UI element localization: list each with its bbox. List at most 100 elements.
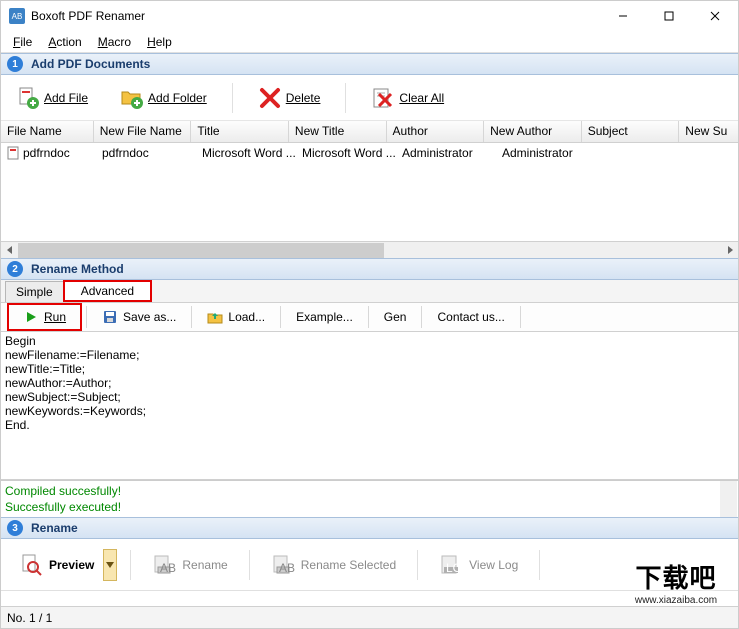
save-as-label: Save as... (123, 310, 176, 324)
tab-advanced[interactable]: Advanced (63, 280, 152, 302)
clear-all-button[interactable]: Clear All (364, 81, 451, 115)
grid-header: File Name New File Name Title New Title … (1, 121, 738, 143)
close-button[interactable] (692, 1, 738, 31)
rename-label: Rename (182, 558, 227, 572)
vertical-scrollbar[interactable] (720, 481, 737, 517)
separator (232, 83, 233, 113)
status-position: No. 1 / 1 (7, 611, 52, 625)
compile-output: Compiled succesfully! Succesfully execut… (1, 480, 738, 517)
preview-label: Preview (49, 558, 94, 572)
horizontal-scrollbar[interactable] (1, 241, 738, 258)
delete-button[interactable]: Delete (251, 81, 328, 115)
scroll-left-icon[interactable] (1, 243, 18, 258)
run-icon (23, 309, 39, 325)
col-newsubject[interactable]: New Su (679, 121, 738, 142)
delete-icon (258, 86, 282, 110)
add-file-icon (16, 86, 40, 110)
watermark-url: www.xiazaiba.com (635, 595, 717, 606)
menubar: File Action Macro Help (1, 31, 738, 53)
tabs: Simple Advanced (1, 280, 738, 302)
contact-button[interactable]: Contact us... (426, 306, 515, 328)
view-log-button[interactable]: LOG View Log (430, 548, 527, 582)
gen-label: Gen (384, 310, 407, 324)
window-title: Boxoft PDF Renamer (31, 9, 600, 23)
preview-icon (19, 553, 43, 577)
toolbar-rename: Preview AB Rename AB Rename Selected LOG… (1, 539, 738, 591)
col-newtitle[interactable]: New Title (289, 121, 387, 142)
cell-filename: pdfrndoc (23, 146, 70, 160)
rename-button[interactable]: AB Rename (143, 548, 236, 582)
svg-text:AB: AB (160, 561, 176, 575)
section-add-documents: 1 Add PDF Documents (1, 53, 738, 75)
delete-label: Delete (286, 91, 321, 105)
clear-all-label: Clear All (399, 91, 444, 105)
cell-title: Microsoft Word ... (196, 144, 296, 162)
separator (345, 83, 346, 113)
load-label: Load... (228, 310, 265, 324)
grid-body[interactable]: pdfrndoc pdfrndoc Microsoft Word ... Mic… (1, 143, 738, 241)
rename-icon: AB (152, 553, 176, 577)
minimize-button[interactable] (600, 1, 646, 31)
preview-button-group: Preview (9, 547, 118, 583)
menu-file[interactable]: File (5, 33, 40, 51)
scroll-right-icon[interactable] (721, 243, 738, 258)
menu-macro[interactable]: Macro (90, 33, 139, 51)
save-as-button[interactable]: Save as... (91, 305, 187, 329)
titlebar: AB Boxoft PDF Renamer (1, 1, 738, 31)
example-button[interactable]: Example... (285, 306, 364, 328)
menu-help[interactable]: Help (139, 33, 180, 51)
col-subject[interactable]: Subject (582, 121, 680, 142)
cell-author: Administrator (396, 144, 496, 162)
contact-label: Contact us... (437, 310, 504, 324)
gen-button[interactable]: Gen (373, 306, 418, 328)
save-icon (102, 309, 118, 325)
cell-newauthor: Administrator (496, 144, 596, 162)
add-folder-icon (120, 86, 144, 110)
add-file-label: Add File (44, 91, 88, 105)
col-newfilename[interactable]: New File Name (94, 121, 192, 142)
run-label: Run (44, 310, 66, 324)
script-editor[interactable]: Begin newFilename:=Filename; newTitle:=T… (1, 332, 738, 480)
preview-dropdown[interactable] (103, 549, 117, 581)
rename-selected-icon: AB (271, 553, 295, 577)
rename-selected-label: Rename Selected (301, 558, 396, 572)
maximize-button[interactable] (646, 1, 692, 31)
section-rename: 3 Rename (1, 517, 738, 539)
cell-subject (596, 151, 696, 155)
status-line2: Succesfully executed! (1, 499, 738, 515)
load-button[interactable]: Load... (196, 305, 276, 329)
menu-action[interactable]: Action (40, 33, 89, 51)
toolbar-script: Run Save as... Load... Example... Gen Co… (1, 302, 738, 332)
add-folder-label: Add Folder (148, 91, 207, 105)
col-author[interactable]: Author (387, 121, 485, 142)
section-number: 2 (7, 261, 23, 277)
tab-simple[interactable]: Simple (5, 281, 64, 302)
rename-selected-button[interactable]: AB Rename Selected (262, 548, 405, 582)
section-title: Add PDF Documents (31, 57, 150, 71)
section-title: Rename (31, 521, 78, 535)
table-row[interactable]: pdfrndoc pdfrndoc Microsoft Word ... Mic… (1, 143, 738, 163)
statusbar: No. 1 / 1 (1, 606, 738, 628)
cell-newfilename: pdfrndoc (96, 144, 196, 162)
preview-button[interactable]: Preview (10, 548, 103, 582)
pdf-icon (7, 146, 21, 160)
section-number: 3 (7, 520, 23, 536)
col-newauthor[interactable]: New Author (484, 121, 582, 142)
col-filename[interactable]: File Name (1, 121, 94, 142)
svg-text:AB: AB (279, 561, 295, 575)
add-file-button[interactable]: Add File (9, 81, 95, 115)
example-label: Example... (296, 310, 353, 324)
col-title[interactable]: Title (191, 121, 289, 142)
cell-newtitle: Microsoft Word ... (296, 144, 396, 162)
view-log-label: View Log (469, 558, 518, 572)
svg-text:LOG: LOG (446, 561, 463, 575)
load-icon (207, 309, 223, 325)
clear-all-icon (371, 86, 395, 110)
toolbar-documents: Add File Add Folder Delete Clear All (1, 75, 738, 121)
app-icon: AB (9, 8, 25, 24)
view-log-icon: LOG (439, 553, 463, 577)
status-line1: Compiled succesfully! (1, 483, 738, 499)
add-folder-button[interactable]: Add Folder (113, 81, 214, 115)
run-button[interactable]: Run (7, 303, 82, 331)
scroll-thumb[interactable] (18, 243, 384, 258)
